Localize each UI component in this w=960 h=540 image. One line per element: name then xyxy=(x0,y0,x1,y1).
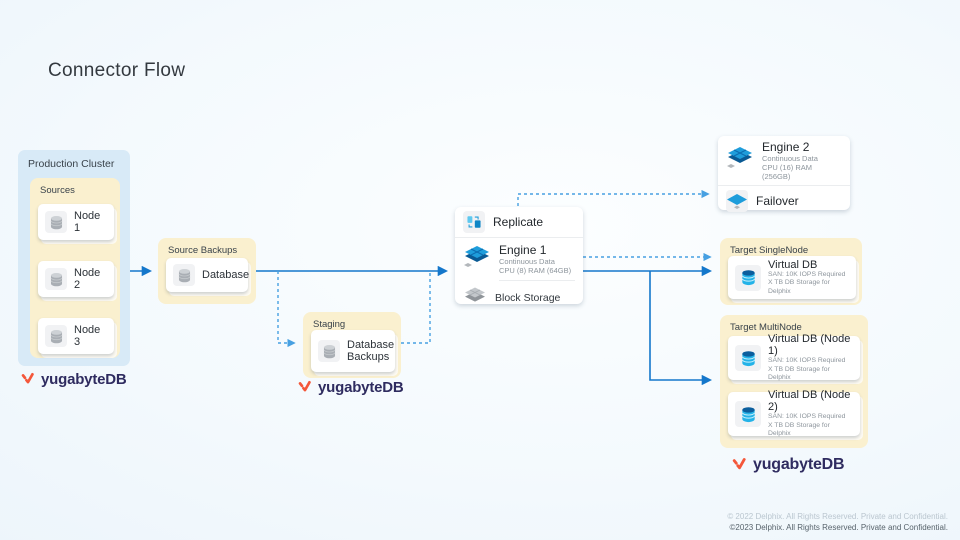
page-title: Connector Flow xyxy=(48,60,185,82)
node-card: Node 1 xyxy=(38,204,114,240)
source-backups-box: Source Backups Database xyxy=(158,238,256,304)
yugabytedb-mark-icon xyxy=(731,457,748,474)
block-storage-row: Block Storage xyxy=(455,281,583,314)
virtual-db-name: Virtual DB (Node 2) xyxy=(768,389,853,413)
copyright-2022: © 2022 Delphix. All Rights Reserved. Pri… xyxy=(727,512,948,521)
node-card: Node 2 xyxy=(38,261,114,297)
virtual-db-sub2: X TB DB Storage for Delphix xyxy=(768,422,853,439)
virtual-db-name: Virtual DB (Node 1) xyxy=(768,333,853,357)
database-icon xyxy=(45,268,67,290)
database-card: Database xyxy=(166,258,248,292)
staging-box: Staging Database Backups xyxy=(303,312,401,378)
engine1-name: Engine 1 xyxy=(499,243,571,257)
virtual-db-icon xyxy=(735,401,761,427)
yugabytedb-logo: yugabyteDB xyxy=(731,456,844,474)
staging-label: Staging xyxy=(313,319,345,330)
virtual-db-node1-card: Virtual DB (Node 1) SAN: 10K IOPS Requir… xyxy=(728,336,860,380)
node-label: Node 1 xyxy=(74,210,107,234)
yugabytedb-mark-icon xyxy=(20,372,36,388)
failover-panel: Engine 2 Continuous Data CPU (16) RAM (2… xyxy=(718,136,850,210)
failover-icon xyxy=(726,190,748,212)
block-storage-icon xyxy=(463,285,487,310)
database-label: Database xyxy=(202,269,249,281)
block-storage-label: Block Storage xyxy=(495,292,560,304)
virtual-db-icon xyxy=(735,345,761,371)
yugabytedb-logo-text: yugabyteDB xyxy=(41,371,127,388)
arrow-backups-to-staging xyxy=(278,271,294,343)
engine-panel: Replicate Engine 1 Continuous Data CPU (… xyxy=(455,207,583,304)
database-icon xyxy=(173,264,195,286)
virtual-db-card: Virtual DB SAN: 10K IOPS Required X TB D… xyxy=(728,256,856,299)
target-singlenode-label: Target SingleNode xyxy=(730,245,808,256)
yugabytedb-mark-icon xyxy=(297,380,313,396)
node-label: Node 2 xyxy=(74,267,107,291)
virtual-db-sub2: X TB DB Storage for Delphix xyxy=(768,279,849,296)
failover-label: Failover xyxy=(756,194,799,208)
engine2-sub1: Continuous Data xyxy=(762,154,842,163)
engine1-row: Engine 1 Continuous Data CPU (8) RAM (64… xyxy=(455,238,583,280)
line-staging-to-engine xyxy=(401,273,430,343)
virtual-db-sub1: SAN: 10K IOPS Required xyxy=(768,357,853,366)
virtual-db-sub1: SAN: 10K IOPS Required xyxy=(768,413,853,422)
database-icon xyxy=(45,325,67,347)
yugabytedb-logo-text: yugabyteDB xyxy=(318,379,404,396)
database-icon xyxy=(45,211,67,233)
yugabytedb-logo: yugabyteDB xyxy=(297,379,404,396)
engine1-sub2: CPU (8) RAM (64GB) xyxy=(499,266,571,275)
sources-label: Sources xyxy=(40,185,75,196)
production-cluster-label: Production Cluster xyxy=(28,158,114,170)
target-multinode-box: Target MultiNode Virtual DB (Node 1) SAN… xyxy=(720,315,868,448)
node-label: Node 3 xyxy=(74,324,107,348)
node-card: Node 3 xyxy=(38,318,114,354)
target-multinode-label: Target MultiNode xyxy=(730,322,802,333)
engine1-sub1: Continuous Data xyxy=(499,257,571,266)
slide-canvas: Connector Flow Production Cluster Source… xyxy=(0,0,960,540)
engine2-row: Engine 2 Continuous Data CPU (16) RAM (2… xyxy=(718,136,850,185)
database-backups-label: Database Backups xyxy=(347,339,394,363)
source-backups-label: Source Backups xyxy=(168,245,237,256)
production-cluster-box: Production Cluster Sources Node 1 Node 2 xyxy=(18,150,130,366)
virtual-db-sub2: X TB DB Storage for Delphix xyxy=(768,366,853,383)
replicate-label: Replicate xyxy=(493,215,543,229)
engine2-name: Engine 2 xyxy=(762,140,842,154)
copyright-2023: ©2023 Delphix. All Rights Reserved. Priv… xyxy=(727,523,948,532)
footer: © 2022 Delphix. All Rights Reserved. Pri… xyxy=(727,512,948,532)
sources-box: Sources Node 1 Node 2 Node 3 xyxy=(30,178,120,358)
virtual-db-sub1: SAN: 10K IOPS Required xyxy=(768,271,849,280)
arrow-engine-to-multinode xyxy=(650,271,710,380)
virtual-db-icon xyxy=(735,265,761,291)
database-backups-card: Database Backups xyxy=(311,330,395,372)
failover-row: Failover xyxy=(718,186,850,216)
engine2-sub2: CPU (16) RAM (256GB) xyxy=(762,163,842,181)
target-singlenode-box: Target SingleNode Virtual DB SAN: 10K IO… xyxy=(720,238,862,305)
replicate-row: Replicate xyxy=(455,207,583,237)
virtual-db-node2-card: Virtual DB (Node 2) SAN: 10K IOPS Requir… xyxy=(728,392,860,436)
yugabytedb-logo: yugabyteDB xyxy=(20,371,127,388)
yugabytedb-logo-text: yugabyteDB xyxy=(753,456,844,474)
replicate-icon xyxy=(463,211,485,233)
virtual-db-name: Virtual DB xyxy=(768,259,849,271)
engine-stack-icon xyxy=(726,145,754,176)
arrow-replicate-to-failover xyxy=(518,194,708,206)
database-icon xyxy=(318,340,340,362)
engine-stack-icon xyxy=(463,244,491,275)
